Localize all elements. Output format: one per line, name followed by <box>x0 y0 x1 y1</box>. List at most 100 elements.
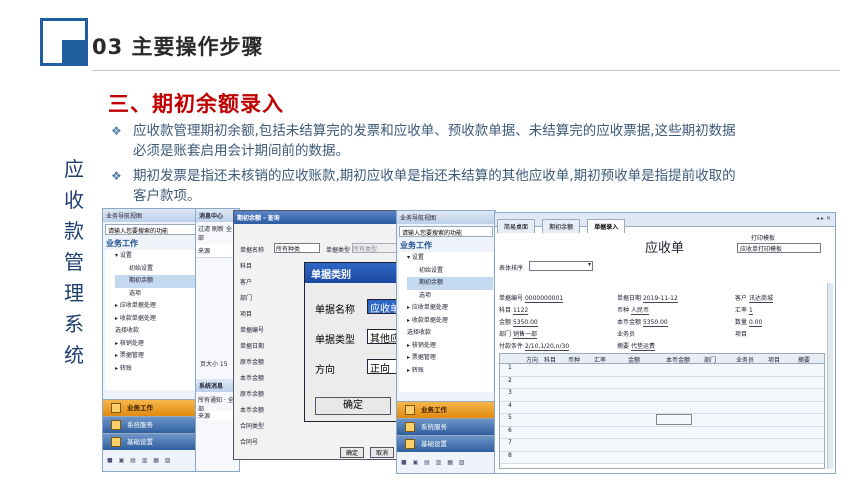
selected-cell[interactable] <box>656 414 692 425</box>
tab-doc-entry[interactable]: 单据录入 <box>587 219 626 233</box>
business-work-button[interactable]: 业务工作 <box>397 401 495 418</box>
work-icon <box>111 403 121 413</box>
query-cancel-button[interactable]: 取消 <box>370 447 394 458</box>
table-row[interactable]: 8 <box>500 451 824 464</box>
dlg-ok-button[interactable]: 确定 <box>315 397 391 415</box>
query-label: 单据日期 <box>240 343 265 350</box>
doc-date-value[interactable]: 2019-11-12 <box>642 295 678 303</box>
local-amount-value[interactable]: 5350.00 <box>642 319 668 327</box>
bullet-2-text: 期初发票是指还未核销的应收账款,期初应收单是指还未结算的其他应收单,期初预收单是… <box>133 168 736 204</box>
query-label: 本币余额 <box>240 407 265 414</box>
basic-settings-button[interactable]: 基础设置 <box>397 435 495 452</box>
currency-value[interactable]: 人民币 <box>630 307 649 315</box>
print-template-select[interactable]: 应收单打印模板 <box>737 243 821 253</box>
table-sort-select[interactable]: ▾ <box>529 261 593 271</box>
nav-tree: ▾ 设置 初始设置 期初余额 选项 ▸ 应收单据处理 ▸ 收款单据处理 选择收款… <box>399 252 493 392</box>
table-sort-label: 表体排序 <box>499 265 524 272</box>
query-label: 原币金额 <box>240 359 265 366</box>
query-label: 单据名称 <box>240 247 265 254</box>
table-row[interactable]: 7 <box>500 439 824 452</box>
bullet-2: ❖ 期初发票是指还未核销的应收账款,期初应收单是指还未结算的其他应收单,期初预收… <box>111 166 741 206</box>
doc-type-dialog: 单据类别 单据名称 应收单 单据类型 其他应收单 方向 正向 确定 <box>304 262 407 422</box>
vertical-title-char: 款 <box>64 219 84 243</box>
column-header: 部门 <box>704 357 717 364</box>
table-row[interactable]: 3 <box>500 389 824 402</box>
vertical-title-char: 管 <box>64 250 84 274</box>
doc-no-label: 单据编号 <box>499 295 524 302</box>
system-service-button[interactable]: 系统服务 <box>397 418 495 435</box>
qty-value[interactable]: 0.00 <box>748 319 763 327</box>
amount-label: 金额 <box>499 319 512 326</box>
tab-opening-balance[interactable]: 期初余额 <box>542 219 581 233</box>
tree-item-opening-balance[interactable]: 期初余额 <box>407 277 493 290</box>
nav-search-input[interactable]: 请输入您要搜索的功能 <box>399 226 493 237</box>
tree-item-settings[interactable]: ▾ 设置 <box>407 252 493 265</box>
page-size: 页大小 15 <box>200 361 228 368</box>
service-icon <box>111 420 121 430</box>
business-work-label: 业务工作 <box>421 406 447 414</box>
tree-item-bills[interactable]: ▸ 票据管理 <box>407 352 493 365</box>
tab-desktop[interactable]: 简易桌面 <box>497 219 536 233</box>
receivable-form-window: 简易桌面 期初余额 单据录入 ◂ ▸ ✕ 应收单 打印模板 应收单打印模板 表体… <box>494 212 836 474</box>
vertical-title-char: 理 <box>64 281 84 305</box>
system-message-row: 来源 <box>198 411 238 420</box>
column-header: 摘要 <box>798 357 811 364</box>
customer-value[interactable]: 讯达商城 <box>748 295 773 303</box>
customer-label: 客户 <box>735 295 748 302</box>
header-divider <box>92 70 840 71</box>
tree-item-select-receipt[interactable]: 选择收款 <box>407 327 493 340</box>
basic-settings-label: 基础设置 <box>421 440 447 448</box>
query-label: 合同类型 <box>240 423 265 430</box>
tab-bar: 简易桌面 期初余额 单据录入 <box>495 213 835 233</box>
project-label: 项目 <box>735 331 748 338</box>
toolbar-icons: ■ ▣ ▤ ▥ ▦ ▧ <box>401 459 467 466</box>
nav-section-title: 业务工作 <box>400 241 432 250</box>
salesman-label: 业务员 <box>617 331 636 338</box>
table-row[interactable]: 2 <box>500 376 824 389</box>
bullet-1: ❖ 应收款管理期初余额,包括未结算完的发票和应收单、预收款单据、未结算完的应收票… <box>111 121 741 161</box>
vertical-scrollbar[interactable] <box>827 283 833 469</box>
close-tabs-icon[interactable]: ◂ ▸ ✕ <box>816 215 831 222</box>
tree-item-transfer[interactable]: ▸ 转账 <box>407 365 493 378</box>
query-label: 部门 <box>240 295 253 302</box>
column-header: 金额 <box>628 357 641 364</box>
doc-type-select[interactable]: 所有类型 <box>352 243 398 253</box>
nav-panel-title: 业务导航视图 <box>397 211 495 224</box>
amount-value[interactable]: 5350.00 <box>512 319 538 327</box>
column-header: 汇率 <box>594 357 607 364</box>
table-row[interactable]: 1 <box>500 364 824 377</box>
qty-label: 数量 <box>735 319 748 326</box>
service-icon <box>405 422 415 432</box>
basic-settings-label: 基础设置 <box>127 438 153 446</box>
tree-item-options[interactable]: 选项 <box>407 290 493 303</box>
subject-value[interactable]: 1122 <box>512 307 529 315</box>
doc-name-select[interactable]: 所有种类 <box>274 243 320 253</box>
tree-item-initial-settings[interactable]: 初始设置 <box>407 265 493 278</box>
table-row[interactable]: 4 <box>500 401 824 414</box>
dlg-direction-label: 方向 <box>315 365 335 376</box>
form-title: 应收单 <box>645 241 685 256</box>
column-header: 本币金额 <box>666 357 691 364</box>
bullet-1-text: 应收款管理期初余额,包括未结算完的发票和应收单、预收款单据、未结算完的应收票据,… <box>133 123 736 159</box>
dropdown-arrow-icon: ▾ <box>587 261 591 268</box>
tree-item-receivable-docs[interactable]: ▸ 应收单据处理 <box>407 302 493 315</box>
query-label: 本币金额 <box>240 375 265 382</box>
dlg-type-label: 单据类型 <box>315 335 355 346</box>
table-row[interactable]: 6 <box>500 426 824 439</box>
slide-logo-block <box>62 40 86 64</box>
detail-grid: 方向 科目 币种 汇率 金额 本币金额 部门 业务员 项目 摘要 1 2 3 4… <box>499 353 825 469</box>
doc-no-value[interactable]: 0000000001 <box>524 295 564 303</box>
rate-label: 汇率 <box>735 307 748 314</box>
query-ok-button[interactable]: 确定 <box>340 447 364 458</box>
dept-value[interactable]: 销售一部 <box>512 331 537 339</box>
summary-value[interactable]: 代垫运费 <box>630 343 655 351</box>
column-header: 项目 <box>768 357 781 364</box>
vertical-title-char: 统 <box>64 343 84 367</box>
print-template-label: 打印模板 <box>751 235 776 242</box>
rate-value[interactable]: 1 <box>748 307 753 315</box>
tree-item-receipt-docs[interactable]: ▸ 收款单据处理 <box>407 315 493 328</box>
doc-date-label: 单据日期 <box>617 295 642 302</box>
terms-value[interactable]: 2/10,1/20,n/30 <box>524 343 570 351</box>
tree-item-verification[interactable]: ▸ 核销处理 <box>407 340 493 353</box>
vertical-title: 应 收 款 管 理 系 统 <box>62 154 86 371</box>
